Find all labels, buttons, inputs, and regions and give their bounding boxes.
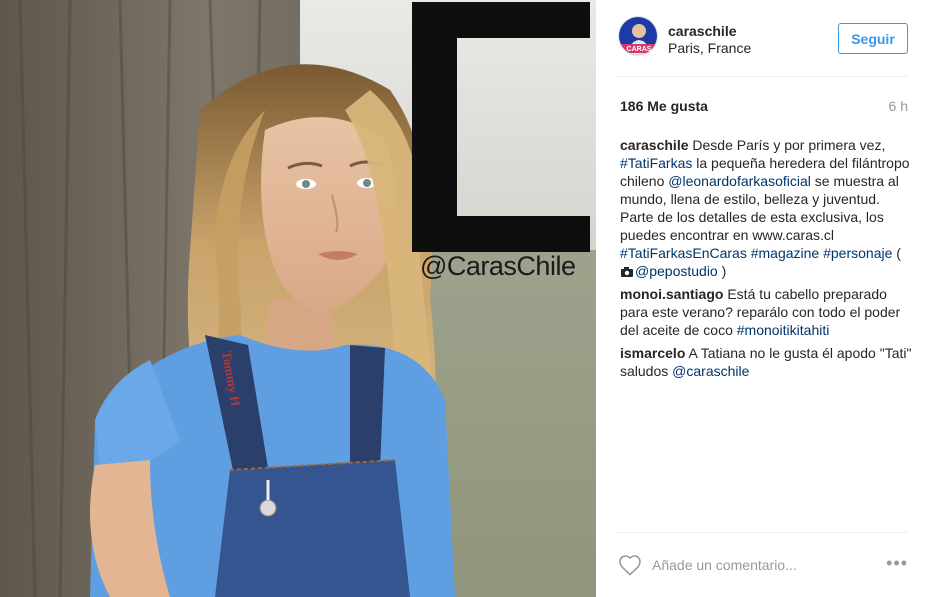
post-time[interactable]: 6 h — [889, 98, 908, 114]
mention-link[interactable]: @caraschile — [672, 363, 749, 379]
comment-author[interactable]: caraschile — [620, 137, 689, 153]
comment-author[interactable]: ismarcelo — [620, 345, 685, 361]
username[interactable]: caraschile — [668, 23, 737, 39]
likes-count[interactable]: 186 Me gusta — [620, 98, 708, 114]
comment: ismarcelo A Tatiana no le gusta él apodo… — [620, 344, 912, 380]
comments-divider — [618, 532, 908, 533]
svg-text:CARAS: CARAS — [627, 46, 652, 53]
comment-text: ) — [717, 263, 727, 279]
comment-text: Desde París y por primera vez, — [688, 137, 886, 153]
comment-list: caraschile Desde París y por primera vez… — [620, 136, 912, 385]
header-divider — [618, 76, 908, 77]
mention-link[interactable]: @leonardofarkasoficial — [668, 173, 811, 189]
hashtag-link[interactable]: #TatiFarkas — [620, 155, 692, 171]
comment-author[interactable]: monoi.santiago — [620, 286, 723, 302]
magazine-logo-c — [412, 2, 590, 252]
more-options-icon[interactable]: ••• — [886, 554, 908, 572]
comment: monoi.santiago Está tu cabello preparado… — [620, 285, 912, 339]
post-stats: 186 Me gusta 6 h — [618, 98, 908, 116]
heart-icon[interactable] — [618, 554, 642, 576]
post-photo[interactable]: Tommy H @CarasChile — [0, 0, 596, 597]
camera-icon — [621, 267, 633, 277]
hashtag-link[interactable]: #monoitikitahiti — [737, 322, 830, 338]
follow-button[interactable]: Seguir — [838, 23, 908, 54]
avatar[interactable]: CARAS — [618, 16, 658, 56]
mention-link[interactable]: @pepostudio — [635, 263, 718, 279]
avatar-image: CARAS — [619, 17, 657, 55]
comment-text: ( — [892, 245, 901, 261]
magazine-handle-text: @CarasChile — [420, 251, 576, 281]
hashtag-link[interactable]: #TatiFarkasEnCaras — [620, 245, 747, 261]
add-comment-row: ••• — [618, 550, 908, 580]
hashtag-link[interactable]: #personaje — [823, 245, 892, 261]
hashtag-link[interactable]: #magazine — [751, 245, 820, 261]
add-comment-input[interactable] — [652, 553, 852, 577]
post-side-panel: CARAS caraschile Paris, France Seguir 18… — [596, 0, 930, 597]
post-header: CARAS caraschile Paris, France Seguir — [618, 14, 908, 64]
location[interactable]: Paris, France — [668, 40, 751, 56]
comment: caraschile Desde París y por primera vez… — [620, 136, 912, 280]
